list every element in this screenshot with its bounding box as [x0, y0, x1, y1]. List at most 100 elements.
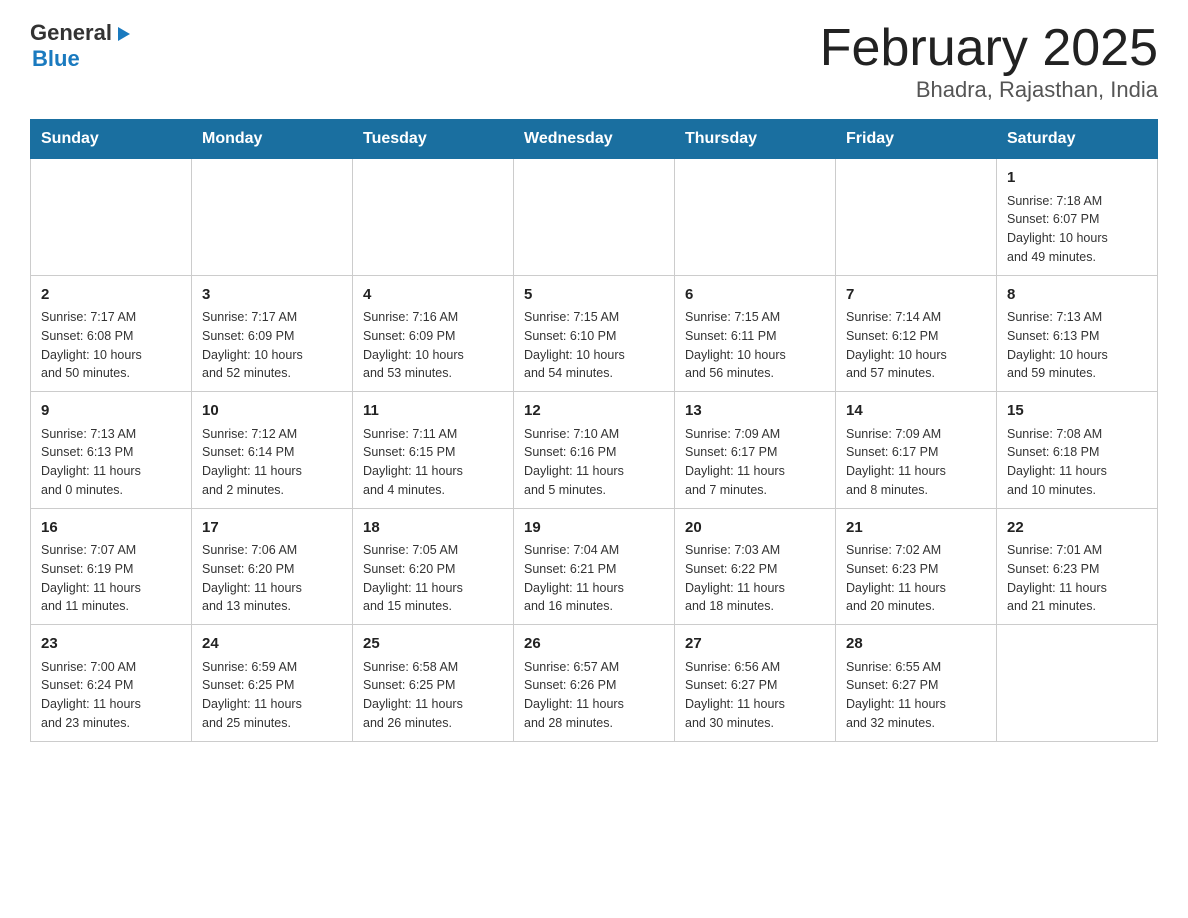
table-cell: 26Sunrise: 6:57 AM Sunset: 6:26 PM Dayli…: [514, 625, 675, 742]
day-number: 8: [1007, 284, 1147, 307]
header-thursday: Thursday: [675, 120, 836, 159]
day-info: Sunrise: 7:02 AM Sunset: 6:23 PM Dayligh…: [846, 541, 986, 616]
day-number: 25: [363, 633, 503, 656]
day-number: 28: [846, 633, 986, 656]
day-number: 1: [1007, 167, 1147, 190]
day-info: Sunrise: 7:01 AM Sunset: 6:23 PM Dayligh…: [1007, 541, 1147, 616]
day-info: Sunrise: 7:16 AM Sunset: 6:09 PM Dayligh…: [363, 308, 503, 383]
calendar-subtitle: Bhadra, Rajasthan, India: [820, 77, 1158, 103]
table-cell: [675, 159, 836, 276]
table-cell: 11Sunrise: 7:11 AM Sunset: 6:15 PM Dayli…: [353, 392, 514, 509]
day-info: Sunrise: 7:18 AM Sunset: 6:07 PM Dayligh…: [1007, 192, 1147, 267]
table-cell: [353, 159, 514, 276]
day-number: 7: [846, 284, 986, 307]
logo-general: General: [30, 20, 112, 46]
table-cell: 24Sunrise: 6:59 AM Sunset: 6:25 PM Dayli…: [192, 625, 353, 742]
table-cell: 25Sunrise: 6:58 AM Sunset: 6:25 PM Dayli…: [353, 625, 514, 742]
day-number: 22: [1007, 517, 1147, 540]
day-number: 27: [685, 633, 825, 656]
day-info: Sunrise: 6:59 AM Sunset: 6:25 PM Dayligh…: [202, 658, 342, 733]
calendar-title: February 2025: [820, 20, 1158, 77]
day-info: Sunrise: 7:12 AM Sunset: 6:14 PM Dayligh…: [202, 425, 342, 500]
title-block: February 2025 Bhadra, Rajasthan, India: [820, 20, 1158, 103]
day-info: Sunrise: 7:13 AM Sunset: 6:13 PM Dayligh…: [41, 425, 181, 500]
table-cell: 19Sunrise: 7:04 AM Sunset: 6:21 PM Dayli…: [514, 508, 675, 625]
table-cell: 4Sunrise: 7:16 AM Sunset: 6:09 PM Daylig…: [353, 275, 514, 392]
day-number: 21: [846, 517, 986, 540]
day-info: Sunrise: 7:14 AM Sunset: 6:12 PM Dayligh…: [846, 308, 986, 383]
week-row-1: 1Sunrise: 7:18 AM Sunset: 6:07 PM Daylig…: [31, 159, 1158, 276]
header-tuesday: Tuesday: [353, 120, 514, 159]
table-cell: 15Sunrise: 7:08 AM Sunset: 6:18 PM Dayli…: [997, 392, 1158, 509]
day-info: Sunrise: 7:05 AM Sunset: 6:20 PM Dayligh…: [363, 541, 503, 616]
table-cell: 2Sunrise: 7:17 AM Sunset: 6:08 PM Daylig…: [31, 275, 192, 392]
day-number: 24: [202, 633, 342, 656]
week-row-4: 16Sunrise: 7:07 AM Sunset: 6:19 PM Dayli…: [31, 508, 1158, 625]
day-info: Sunrise: 7:11 AM Sunset: 6:15 PM Dayligh…: [363, 425, 503, 500]
table-cell: 12Sunrise: 7:10 AM Sunset: 6:16 PM Dayli…: [514, 392, 675, 509]
day-info: Sunrise: 6:55 AM Sunset: 6:27 PM Dayligh…: [846, 658, 986, 733]
table-cell: 10Sunrise: 7:12 AM Sunset: 6:14 PM Dayli…: [192, 392, 353, 509]
calendar-table: Sunday Monday Tuesday Wednesday Thursday…: [30, 119, 1158, 742]
table-cell: [192, 159, 353, 276]
header-monday: Monday: [192, 120, 353, 159]
day-info: Sunrise: 6:57 AM Sunset: 6:26 PM Dayligh…: [524, 658, 664, 733]
day-info: Sunrise: 7:15 AM Sunset: 6:10 PM Dayligh…: [524, 308, 664, 383]
week-row-5: 23Sunrise: 7:00 AM Sunset: 6:24 PM Dayli…: [31, 625, 1158, 742]
table-cell: [836, 159, 997, 276]
table-cell: 14Sunrise: 7:09 AM Sunset: 6:17 PM Dayli…: [836, 392, 997, 509]
day-info: Sunrise: 6:56 AM Sunset: 6:27 PM Dayligh…: [685, 658, 825, 733]
day-number: 3: [202, 284, 342, 307]
table-cell: 9Sunrise: 7:13 AM Sunset: 6:13 PM Daylig…: [31, 392, 192, 509]
day-info: Sunrise: 7:03 AM Sunset: 6:22 PM Dayligh…: [685, 541, 825, 616]
weekday-header-row: Sunday Monday Tuesday Wednesday Thursday…: [31, 120, 1158, 159]
table-cell: 5Sunrise: 7:15 AM Sunset: 6:10 PM Daylig…: [514, 275, 675, 392]
day-number: 20: [685, 517, 825, 540]
day-number: 17: [202, 517, 342, 540]
day-info: Sunrise: 7:04 AM Sunset: 6:21 PM Dayligh…: [524, 541, 664, 616]
logo-blue: Blue: [30, 46, 135, 72]
logo-triangle-icon: [113, 23, 135, 45]
day-number: 19: [524, 517, 664, 540]
table-cell: [31, 159, 192, 276]
table-cell: 22Sunrise: 7:01 AM Sunset: 6:23 PM Dayli…: [997, 508, 1158, 625]
header-saturday: Saturday: [997, 120, 1158, 159]
day-info: Sunrise: 7:15 AM Sunset: 6:11 PM Dayligh…: [685, 308, 825, 383]
day-number: 11: [363, 400, 503, 423]
table-cell: [997, 625, 1158, 742]
logo: General Blue: [30, 20, 135, 72]
day-number: 10: [202, 400, 342, 423]
day-number: 23: [41, 633, 181, 656]
day-number: 16: [41, 517, 181, 540]
day-info: Sunrise: 7:09 AM Sunset: 6:17 PM Dayligh…: [685, 425, 825, 500]
table-cell: 27Sunrise: 6:56 AM Sunset: 6:27 PM Dayli…: [675, 625, 836, 742]
day-number: 2: [41, 284, 181, 307]
day-info: Sunrise: 7:08 AM Sunset: 6:18 PM Dayligh…: [1007, 425, 1147, 500]
day-info: Sunrise: 7:07 AM Sunset: 6:19 PM Dayligh…: [41, 541, 181, 616]
day-info: Sunrise: 7:10 AM Sunset: 6:16 PM Dayligh…: [524, 425, 664, 500]
page-header: General Blue February 2025 Bhadra, Rajas…: [30, 20, 1158, 103]
table-cell: 13Sunrise: 7:09 AM Sunset: 6:17 PM Dayli…: [675, 392, 836, 509]
table-cell: 3Sunrise: 7:17 AM Sunset: 6:09 PM Daylig…: [192, 275, 353, 392]
table-cell: 17Sunrise: 7:06 AM Sunset: 6:20 PM Dayli…: [192, 508, 353, 625]
table-cell: 16Sunrise: 7:07 AM Sunset: 6:19 PM Dayli…: [31, 508, 192, 625]
table-cell: 21Sunrise: 7:02 AM Sunset: 6:23 PM Dayli…: [836, 508, 997, 625]
day-number: 18: [363, 517, 503, 540]
day-number: 26: [524, 633, 664, 656]
header-wednesday: Wednesday: [514, 120, 675, 159]
header-sunday: Sunday: [31, 120, 192, 159]
table-cell: 1Sunrise: 7:18 AM Sunset: 6:07 PM Daylig…: [997, 159, 1158, 276]
day-info: Sunrise: 7:00 AM Sunset: 6:24 PM Dayligh…: [41, 658, 181, 733]
day-number: 12: [524, 400, 664, 423]
day-number: 9: [41, 400, 181, 423]
table-cell: 8Sunrise: 7:13 AM Sunset: 6:13 PM Daylig…: [997, 275, 1158, 392]
week-row-3: 9Sunrise: 7:13 AM Sunset: 6:13 PM Daylig…: [31, 392, 1158, 509]
day-number: 13: [685, 400, 825, 423]
day-number: 4: [363, 284, 503, 307]
header-friday: Friday: [836, 120, 997, 159]
table-cell: 6Sunrise: 7:15 AM Sunset: 6:11 PM Daylig…: [675, 275, 836, 392]
table-cell: [514, 159, 675, 276]
day-number: 15: [1007, 400, 1147, 423]
day-info: Sunrise: 7:17 AM Sunset: 6:08 PM Dayligh…: [41, 308, 181, 383]
table-cell: 23Sunrise: 7:00 AM Sunset: 6:24 PM Dayli…: [31, 625, 192, 742]
